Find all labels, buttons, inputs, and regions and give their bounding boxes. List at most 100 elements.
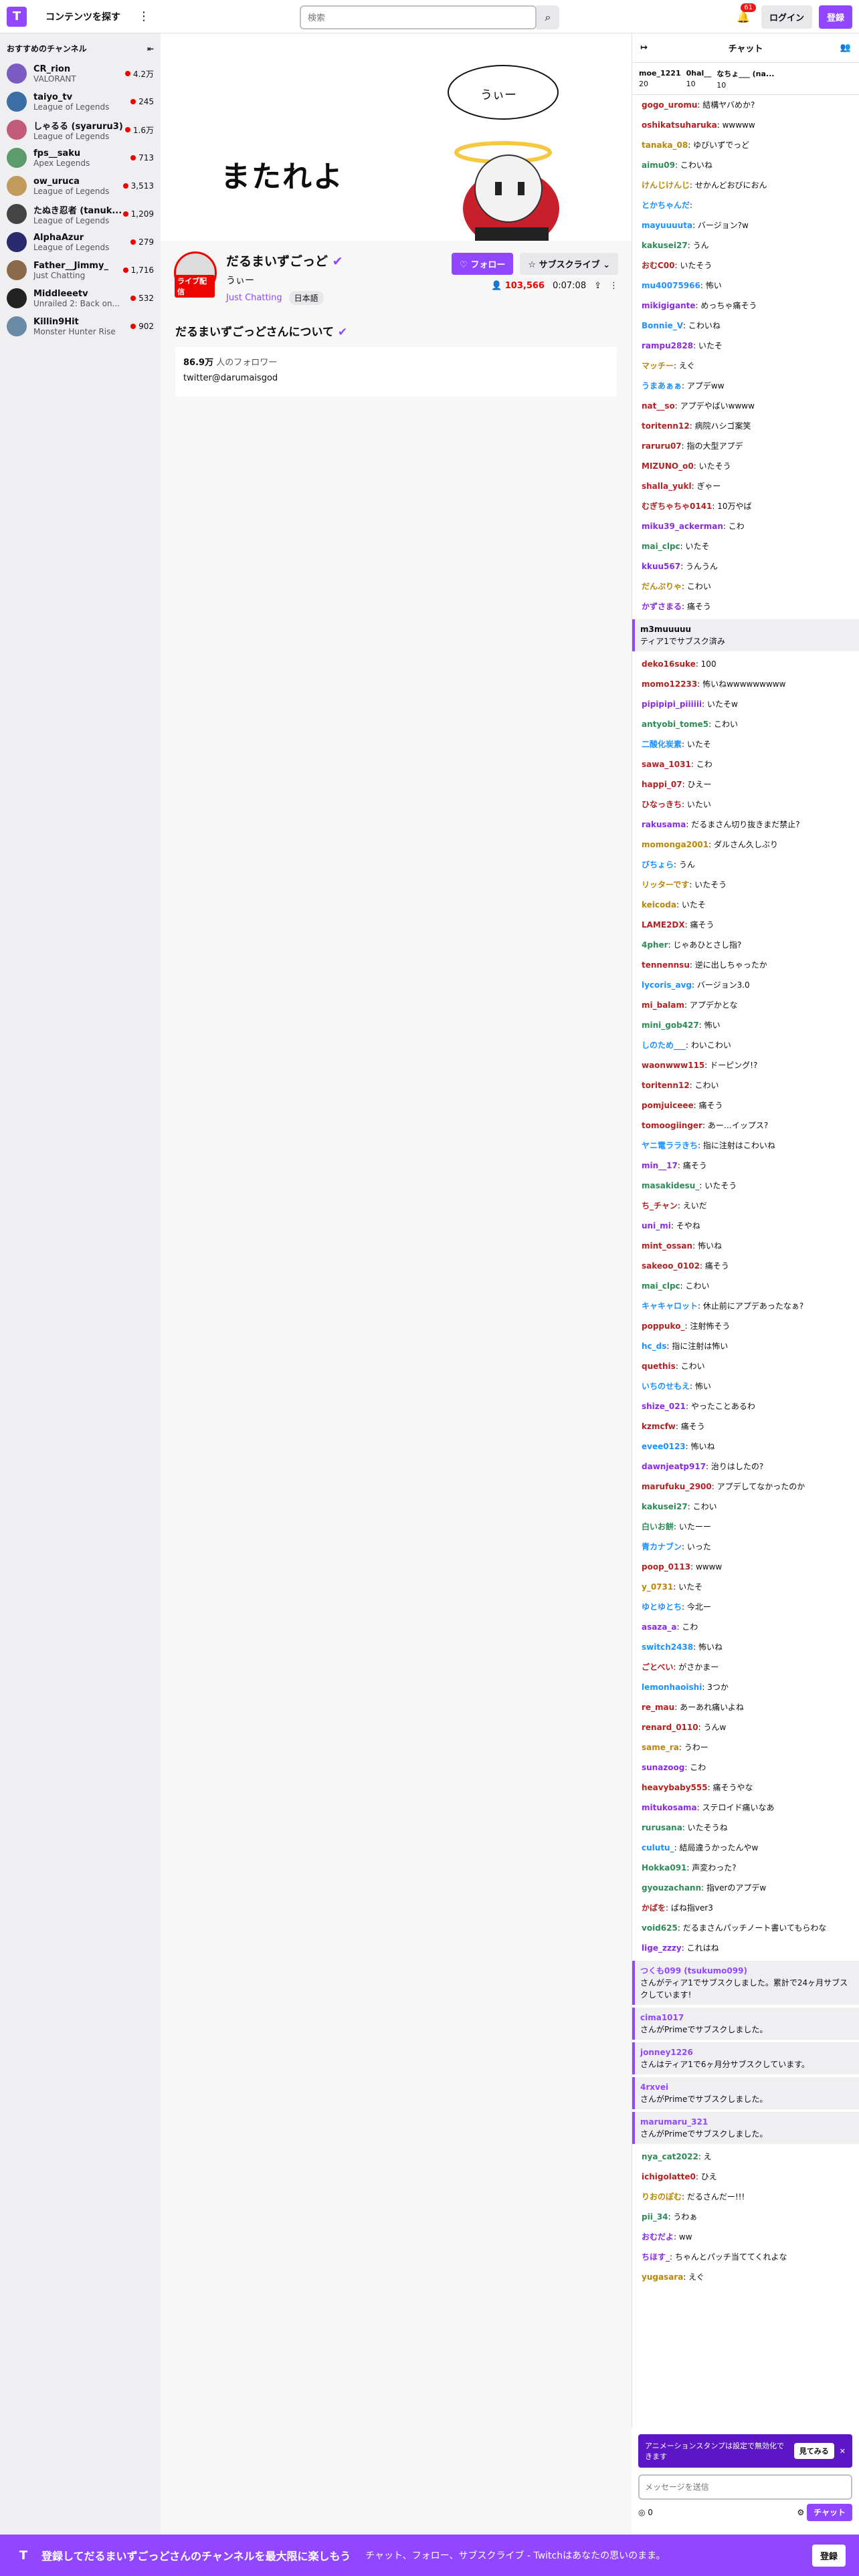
chat-username[interactable]: びちょら bbox=[642, 860, 674, 869]
chat-username[interactable]: toritenn12 bbox=[642, 421, 690, 431]
chat-username[interactable]: switch2438 bbox=[642, 1642, 693, 1652]
chat-username[interactable]: とかちゃんだ bbox=[642, 201, 690, 210]
chat-username[interactable]: oshikatsuharuka bbox=[642, 120, 717, 130]
twitch-logo-icon[interactable]: T bbox=[7, 6, 27, 27]
chat-username[interactable]: marufuku_2900 bbox=[642, 1482, 712, 1491]
chat-username[interactable]: uni_mi bbox=[642, 1221, 671, 1230]
chat-username[interactable]: mi_balam bbox=[642, 1000, 684, 1010]
chat-username[interactable]: ち_チャン bbox=[642, 1201, 678, 1210]
chat-username[interactable]: tanaka_08 bbox=[642, 140, 688, 150]
chat-username[interactable]: mu40075966 bbox=[642, 281, 700, 290]
users-icon[interactable]: 👥 bbox=[840, 43, 851, 53]
chat-username[interactable]: りおのぽむ bbox=[642, 2192, 682, 2202]
chat-username[interactable]: lemonhaoishi bbox=[642, 1683, 702, 1692]
chat-username[interactable]: quethis bbox=[642, 1362, 676, 1371]
chat-username[interactable]: mint_ossan bbox=[642, 1241, 692, 1251]
chat-username[interactable]: pii_34 bbox=[642, 2212, 668, 2222]
chat-username[interactable]: Bonnie_V bbox=[642, 321, 683, 330]
chat-username[interactable]: Hokka091 bbox=[642, 1863, 686, 1872]
sidebar-channel[interactable]: Father__Jimmy_ Just Chatting 1,716 bbox=[0, 256, 161, 284]
more-options-icon[interactable]: ⋮ bbox=[609, 281, 618, 291]
chat-username[interactable]: min__17 bbox=[642, 1161, 678, 1170]
leaderboard-entry[interactable]: 0hal__ 10 bbox=[686, 69, 712, 88]
chat-username[interactable]: evee0123 bbox=[642, 1442, 686, 1451]
chat-username[interactable]: culutu_ bbox=[642, 1843, 674, 1852]
chat-username[interactable]: toritenn12 bbox=[642, 1081, 690, 1090]
chat-username[interactable]: pipipipi_piiiiii bbox=[642, 700, 702, 709]
subscribe-button[interactable]: ☆ サブスクライブ ⌄ bbox=[520, 253, 618, 275]
close-icon[interactable]: ✕ bbox=[840, 2447, 846, 2456]
chat-username[interactable]: pomjuiceee bbox=[642, 1101, 694, 1110]
chat-username[interactable]: masakidesu_ bbox=[642, 1181, 699, 1190]
sidebar-channel[interactable]: しゃるる (syaruru3) League of Legends 1.6万 bbox=[0, 116, 161, 144]
sidebar-channel[interactable]: taiyo_tv League of Legends 245 bbox=[0, 88, 161, 116]
chat-username[interactable]: rurusana bbox=[642, 1823, 682, 1832]
chat-username[interactable]: y_0731 bbox=[642, 1582, 673, 1592]
leaderboard-entry[interactable]: なちょ___ (na... 10 bbox=[717, 68, 774, 90]
chat-username[interactable]: poop_0113 bbox=[642, 1562, 690, 1572]
chat-username[interactable]: mai_clpc bbox=[642, 1281, 680, 1291]
chat-username[interactable]: mitukosama bbox=[642, 1803, 697, 1812]
chat-username[interactable]: rampu2828 bbox=[642, 341, 693, 350]
login-button[interactable]: ログイン bbox=[761, 5, 812, 29]
chat-username[interactable]: dawnjeatp917 bbox=[642, 1462, 706, 1471]
chat-username[interactable]: tomoogiinger bbox=[642, 1121, 702, 1130]
chat-username[interactable]: mayuuuuta bbox=[642, 221, 692, 230]
chat-username[interactable]: renard_0110 bbox=[642, 1723, 698, 1732]
video-player[interactable]: またれよ うぃー bbox=[161, 33, 632, 241]
chat-username[interactable]: heavybaby555 bbox=[642, 1783, 708, 1792]
chat-username[interactable]: raruru07 bbox=[642, 441, 682, 451]
chat-username[interactable]: mai_clpc bbox=[642, 542, 680, 551]
chat-username[interactable]: rakusama bbox=[642, 820, 686, 829]
chat-username[interactable]: だんぷりゃ bbox=[642, 582, 682, 591]
search-button[interactable]: ⌕ bbox=[537, 5, 559, 29]
chat-username[interactable]: 青カナブン bbox=[642, 1542, 682, 1551]
collapse-icon[interactable]: ⇤ bbox=[147, 44, 154, 53]
chat-username[interactable]: いちのせもえ bbox=[642, 1382, 690, 1391]
category-link[interactable]: Just Chatting bbox=[226, 293, 282, 303]
chat-username[interactable]: antyobi_tome5 bbox=[642, 720, 708, 729]
chat-username[interactable]: momonga2001 bbox=[642, 840, 708, 849]
chat-username[interactable]: 4pher bbox=[642, 940, 668, 950]
chat-username[interactable]: ヤニ電ララきち bbox=[642, 1141, 698, 1150]
sidebar-channel[interactable]: Middleeetv Unrailed 2: Back on... 532 bbox=[0, 284, 161, 312]
chat-username[interactable]: 二酸化炭素 bbox=[642, 740, 682, 749]
chat-username[interactable]: mini_gob427 bbox=[642, 1021, 699, 1030]
chat-username[interactable]: shize_021 bbox=[642, 1402, 686, 1411]
chat-username[interactable]: yugasara bbox=[642, 2272, 683, 2282]
chat-username[interactable]: re_mau bbox=[642, 1703, 674, 1712]
chat-username[interactable]: waonwww115 bbox=[642, 1061, 704, 1070]
chat-username[interactable]: ごとべい bbox=[642, 1662, 673, 1672]
chat-username[interactable]: ゆとゆとち bbox=[642, 1602, 682, 1612]
chat-username[interactable]: しのため___ bbox=[642, 1041, 686, 1050]
chat-username[interactable]: キャキャロット bbox=[642, 1301, 698, 1311]
chat-username[interactable]: nat__so bbox=[642, 401, 675, 411]
chat-username[interactable]: same_ra bbox=[642, 1743, 679, 1752]
chat-username[interactable]: MIZUNO_o0 bbox=[642, 461, 694, 471]
settings-icon[interactable]: ⚙ bbox=[797, 2508, 805, 2517]
chat-username[interactable]: かばを bbox=[642, 1903, 666, 1913]
sub-user[interactable]: 4rxvei bbox=[640, 2082, 668, 2092]
follow-button[interactable]: ♡ フォロー bbox=[452, 253, 514, 275]
chat-username[interactable]: lige_zzzy bbox=[642, 1943, 682, 1953]
search-input[interactable] bbox=[300, 5, 537, 29]
chat-username[interactable]: poppuko_ bbox=[642, 1321, 684, 1331]
chat-username[interactable]: おむC00 bbox=[642, 261, 675, 270]
chat-username[interactable]: ichigolatte0 bbox=[642, 2172, 696, 2181]
chat-username[interactable]: hc_ds bbox=[642, 1341, 666, 1351]
chat-username[interactable]: LAME2DX bbox=[642, 920, 685, 930]
banner-signup-button[interactable]: 登録 bbox=[812, 2544, 846, 2567]
chat-username[interactable]: miku39_ackerman bbox=[642, 522, 723, 531]
chat-username[interactable]: asaza_a bbox=[642, 1622, 677, 1632]
notifications-button[interactable]: 🔔 61 bbox=[732, 3, 756, 29]
streamer-name[interactable]: だるまいずごっど bbox=[226, 254, 328, 269]
chat-username[interactable]: sakeoo_0102 bbox=[642, 1261, 700, 1271]
collapse-chat-icon[interactable]: ↦ bbox=[640, 43, 648, 53]
sub-user[interactable]: marumaru_321 bbox=[640, 2117, 708, 2127]
chat-username[interactable]: shalla_yukl bbox=[642, 481, 692, 491]
chat-send-button[interactable]: チャット bbox=[807, 2504, 852, 2521]
streamer-avatar[interactable]: ライブ配信 bbox=[174, 251, 217, 298]
chat-username[interactable]: kzmcfw bbox=[642, 1422, 676, 1431]
chat-username[interactable]: aimu09 bbox=[642, 160, 675, 170]
chat-username[interactable]: happi_07 bbox=[642, 780, 682, 789]
